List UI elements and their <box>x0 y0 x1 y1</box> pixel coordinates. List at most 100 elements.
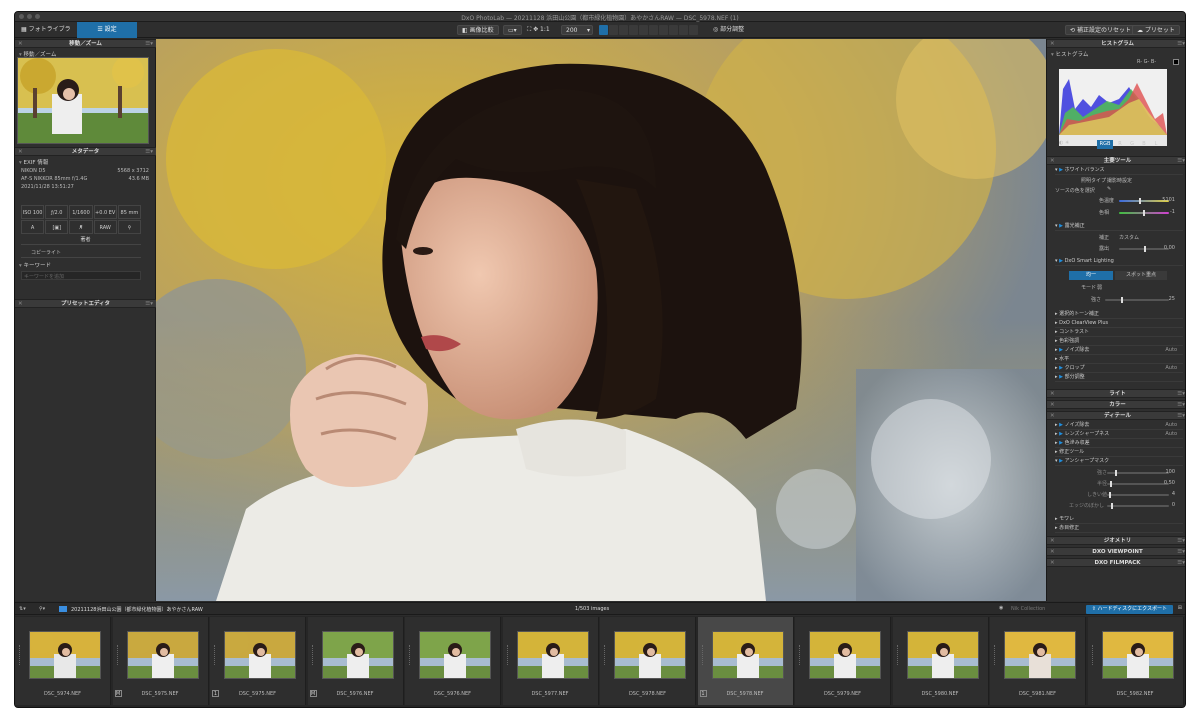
slider-knob[interactable] <box>1143 210 1145 216</box>
strength-slider[interactable] <box>1105 297 1169 303</box>
panel-menu-icon[interactable]: ☰▾ <box>145 300 153 309</box>
tool-perspective-icon[interactable] <box>639 25 648 35</box>
filmstrip-item[interactable]: M DSC_5975.NEF <box>112 617 209 705</box>
panel-menu-icon[interactable]: ☰▾ <box>1177 390 1185 399</box>
filmstrip-thumbnail[interactable] <box>126 631 199 679</box>
slider-knob[interactable] <box>1139 198 1141 204</box>
filmstrip-item[interactable]: DSC_5977.NEF <box>502 617 599 705</box>
filmstrip-thumbnail[interactable] <box>1101 631 1174 679</box>
panel-menu-icon[interactable]: ☰▾ <box>1177 537 1185 546</box>
filmstrip-item[interactable]: 1 DSC_5978.NEF <box>697 617 794 705</box>
navigator-thumbnail[interactable] <box>17 57 149 144</box>
reset-button[interactable]: ⟲ 補正設定のリセット <box>1065 25 1136 35</box>
tool-crop[interactable]: ▸ ▶ クロップ Auto <box>1055 364 1183 373</box>
filmstrip-item[interactable]: DSC_5981.NEF <box>990 617 1086 705</box>
close-icon[interactable]: ✕ <box>1050 390 1055 399</box>
tool-eyedropper-icon[interactable] <box>619 25 628 35</box>
tool-clearview[interactable]: ▸ DxO ClearView Plus <box>1055 319 1183 328</box>
filmstrip-item[interactable]: 1 DSC_5975.NEF <box>210 617 306 705</box>
detail-header[interactable]: ✕ ディテール ☰▾ <box>1047 411 1185 421</box>
strength-value[interactable]: 25 <box>1169 296 1175 302</box>
detail-repair[interactable]: ▸ 修正ツール <box>1055 448 1183 457</box>
filter-icon[interactable]: ⚲▾ <box>39 606 45 612</box>
tool-moire[interactable]: ▸ モワレ <box>1055 515 1183 524</box>
image-viewer[interactable] <box>156 39 1046 601</box>
tool-repair-icon[interactable] <box>659 25 668 35</box>
metadata-header[interactable]: ✕ メタデータ ☰▾ <box>15 147 156 156</box>
close-icon[interactable]: ✕ <box>1050 40 1055 49</box>
usm-threshold-slider[interactable] <box>1107 492 1169 498</box>
close-icon[interactable]: ✕ <box>1050 401 1055 410</box>
white-balance-group[interactable]: ▾ ▶ ホワイトバランス <box>1055 166 1183 175</box>
detail-chromatic-aberration[interactable]: ▸ ▶ 色滲み収差 <box>1055 439 1183 448</box>
close-icon[interactable]: ✕ <box>1050 559 1055 568</box>
drag-handle[interactable] <box>214 645 218 665</box>
filmstrip-thumbnail[interactable] <box>614 631 686 679</box>
drag-handle[interactable] <box>1091 645 1096 665</box>
tool-crop-icon[interactable] <box>609 25 618 35</box>
panel-menu-icon[interactable]: ☰▾ <box>1177 412 1185 421</box>
tool-selective-tone[interactable]: ▸ 選択的トーン補正 <box>1055 310 1183 319</box>
channel-rgb[interactable]: RGB <box>1097 140 1113 149</box>
filmstrip-thumbnail[interactable] <box>224 631 296 679</box>
filmstrip-item[interactable]: M DSC_5976.NEF <box>307 617 404 705</box>
shadow-clip-icon[interactable]: ◐ ✳ <box>1059 140 1069 146</box>
filmstrip-thumbnail[interactable] <box>906 631 979 679</box>
histogram-subheader[interactable]: ヒストグラム <box>1051 50 1089 58</box>
tool-horizon-icon[interactable] <box>629 25 638 35</box>
filmstrip-item[interactable]: DSC_5980.NEF <box>892 617 989 705</box>
panel-menu-icon[interactable]: ☰▾ <box>145 40 153 49</box>
viewpoint-header[interactable]: ✕ DXO VIEWPOINT ☰▾ <box>1047 547 1185 557</box>
mode-select[interactable]: 弱 <box>1097 284 1102 291</box>
filmstrip-item[interactable]: DSC_5982.NEF <box>1087 617 1184 705</box>
local-adjust-button[interactable]: ◎ 部分調整 <box>709 25 748 35</box>
tool-brush-icon[interactable] <box>669 25 678 35</box>
drag-handle[interactable] <box>896 645 901 665</box>
usm-edge-value[interactable]: 0 <box>1172 502 1175 508</box>
keywords-subheader[interactable]: キーワード <box>19 261 52 269</box>
close-icon[interactable]: ✕ <box>1050 537 1055 546</box>
nik-collection-button[interactable]: Nik Collection <box>1011 606 1045 612</box>
tab-customize[interactable]: ☰ 設定 <box>77 22 137 38</box>
channel-l[interactable]: L <box>1151 140 1161 149</box>
tint-value[interactable]: -1 <box>1170 209 1175 215</box>
slider-knob[interactable] <box>1144 246 1146 252</box>
slider-knob[interactable] <box>1121 297 1123 303</box>
panel-menu-icon[interactable]: ☰▾ <box>145 148 153 157</box>
exposure-amount-value[interactable]: 0.00 <box>1164 245 1175 251</box>
tool-more-icon[interactable] <box>689 25 698 35</box>
view-mode-button[interactable]: ▭▾ <box>503 25 522 35</box>
fit-button[interactable]: ⛶ ✥ 1:1 <box>523 25 554 35</box>
filmstrip-item[interactable]: DSC_5974.NEF <box>15 617 111 705</box>
drag-handle[interactable] <box>116 645 121 665</box>
panel-menu-icon[interactable]: ☰▾ <box>1177 559 1185 568</box>
usm-radius-slider[interactable] <box>1107 481 1169 487</box>
usm-threshold-value[interactable]: 4 <box>1172 491 1175 497</box>
exposure-slider[interactable] <box>1119 246 1169 252</box>
eyedropper-icon[interactable]: ✎ <box>1107 186 1111 192</box>
panel-menu-icon[interactable]: ☰▾ <box>1177 40 1185 49</box>
slider-knob[interactable] <box>1110 481 1112 487</box>
spot-mode-button[interactable]: スポット重点 <box>1115 271 1167 280</box>
filmstrip-item[interactable]: DSC_5976.NEF <box>405 617 501 705</box>
usm-radius-value[interactable]: 0.50 <box>1164 480 1175 486</box>
tint-slider[interactable] <box>1119 210 1169 216</box>
close-icon[interactable]: ✕ <box>18 148 23 157</box>
detail-noise-reduction[interactable]: ▸ ▶ ノイズ除去 Auto <box>1055 421 1183 430</box>
channel-r[interactable]: R <box>1115 140 1125 149</box>
tab-photo-library[interactable]: ▦ フォトライブラリ <box>15 22 77 49</box>
filmstrip-thumbnail[interactable] <box>809 631 881 679</box>
histogram-header[interactable]: ✕ ヒストグラム ☰▾ <box>1047 39 1185 49</box>
filmstrip-thumbnail[interactable] <box>419 631 491 679</box>
color-header[interactable]: ✕ カラー ☰▾ <box>1047 400 1185 410</box>
exif-subheader[interactable]: EXIF 情報 <box>19 158 49 166</box>
exposure-group[interactable]: ▾ ▶ 露光補正 <box>1055 222 1183 231</box>
exposure-mode-select[interactable]: カスタム <box>1119 234 1139 241</box>
geometry-header[interactable]: ✕ ジオメトリ ☰▾ <box>1047 536 1185 546</box>
filmstrip-thumbnail[interactable] <box>711 631 784 679</box>
temperature-value[interactable]: 5101 <box>1162 197 1175 203</box>
close-icon[interactable]: ✕ <box>18 40 23 49</box>
close-icon[interactable]: ✕ <box>1050 548 1055 557</box>
panel-menu-icon[interactable]: ☰▾ <box>1177 157 1185 166</box>
channel-g[interactable]: G <box>1127 140 1137 149</box>
